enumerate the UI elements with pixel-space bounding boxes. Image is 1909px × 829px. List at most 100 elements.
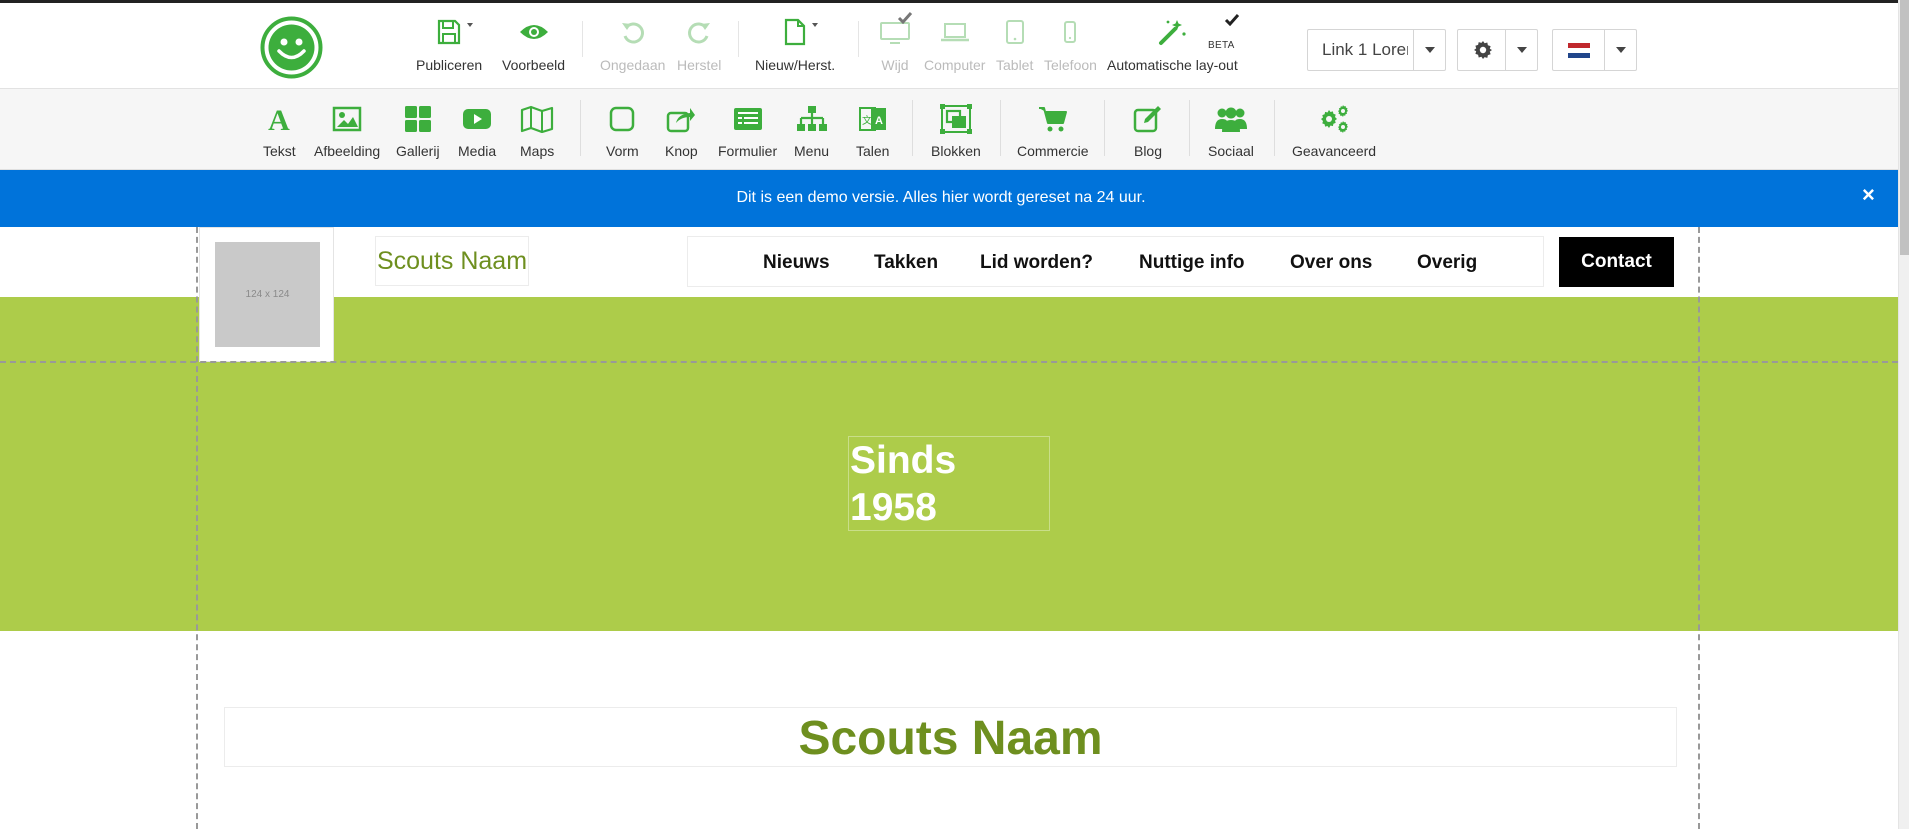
insert-media-button[interactable]: Media <box>458 103 496 159</box>
chevron-down-icon[interactable] <box>1505 30 1537 70</box>
settings-dropdown[interactable] <box>1457 29 1538 71</box>
redo-icon <box>686 13 712 51</box>
insert-label: Tekst <box>263 143 296 159</box>
nav-item-takken[interactable]: Takken <box>874 252 938 274</box>
site-name[interactable]: Scouts Naam <box>375 236 529 286</box>
heading-block[interactable]: Scouts Naam <box>224 707 1677 767</box>
redo-label: Herstel <box>677 57 722 73</box>
users-icon <box>1214 103 1248 135</box>
insert-label: Blog <box>1133 143 1163 159</box>
divider <box>580 100 581 156</box>
insert-blocks-button[interactable]: Blokken <box>931 103 981 159</box>
translate-icon: 文A <box>858 103 887 135</box>
gallery-icon <box>404 103 432 135</box>
chevron-down-icon <box>467 23 474 27</box>
form-icon <box>733 103 763 135</box>
insert-blog-button[interactable]: Blog <box>1133 103 1163 159</box>
svg-text:A: A <box>269 105 291 133</box>
insert-social-button[interactable]: Sociaal <box>1208 103 1254 159</box>
undo-button[interactable]: Ongedaan <box>600 13 665 73</box>
tablet-icon <box>1005 13 1025 51</box>
magic-wand-icon <box>1157 13 1187 51</box>
eye-icon <box>519 13 549 51</box>
chevron-down-icon <box>812 23 819 27</box>
demo-banner-message: Dit is een demo versie. Alles hier wordt… <box>736 189 1146 206</box>
map-icon <box>520 103 554 135</box>
nav-item-overig[interactable]: Overig <box>1417 252 1477 274</box>
new-restore-button[interactable]: Nieuw/Herst. <box>755 13 835 73</box>
smiley-logo-icon[interactable] <box>260 16 323 79</box>
svg-text:A: A <box>875 115 883 127</box>
layout-guide-left <box>196 227 198 829</box>
insert-label: Gallerij <box>396 143 440 159</box>
gears-icon <box>1317 103 1351 135</box>
tablet-label: Tablet <box>996 57 1034 73</box>
insert-label: Media <box>458 143 497 159</box>
new-restore-label: Nieuw/Herst. <box>755 57 836 73</box>
nav-item-over-ons[interactable]: Over ons <box>1290 252 1372 274</box>
insert-label: Vorm <box>606 143 639 159</box>
phone-label: Telefoon <box>1044 57 1097 73</box>
divider <box>738 21 739 57</box>
view-tablet-button[interactable]: Tablet <box>996 13 1033 73</box>
new-page-icon <box>784 13 819 51</box>
chevron-down-icon[interactable] <box>1604 30 1636 70</box>
insert-languages-button[interactable]: 文A Talen <box>856 103 889 159</box>
nav-item-nuttige-info[interactable]: Nuttige info <box>1139 252 1245 274</box>
sitemap-icon <box>796 103 828 135</box>
insert-label: Commercie <box>1017 143 1089 159</box>
insert-button-button[interactable]: Knop <box>665 103 698 159</box>
dutch-flag-icon <box>1568 43 1590 58</box>
text-icon: A <box>266 103 292 135</box>
close-icon[interactable]: × <box>1862 184 1875 206</box>
insert-gallery-button[interactable]: Gallerij <box>396 103 440 159</box>
insert-toolbar: A Tekst Afbeelding Gallerij Media Maps V… <box>0 89 1898 170</box>
scrollbar[interactable] <box>1898 0 1909 829</box>
insert-advanced-button[interactable]: Geavanceerd <box>1292 103 1376 159</box>
chevron-down-icon[interactable] <box>1413 30 1445 70</box>
site-logo-container[interactable]: 124 x 124 <box>199 227 334 362</box>
hero-text[interactable]: Sinds 1958 <box>848 436 1050 531</box>
contact-button[interactable]: Contact <box>1559 237 1674 287</box>
phone-icon <box>1063 13 1077 51</box>
undo-icon <box>620 13 646 51</box>
insert-label: Talen <box>856 143 890 159</box>
auto-layout-label: Automatische lay-out <box>1107 57 1238 73</box>
layout-guide-right <box>1698 227 1700 829</box>
insert-text-button[interactable]: A Tekst <box>263 103 296 159</box>
blog-icon <box>1133 103 1163 135</box>
divider <box>582 21 583 57</box>
language-dropdown[interactable] <box>1552 29 1637 71</box>
undo-label: Ongedaan <box>600 57 666 73</box>
view-phone-button[interactable]: Telefoon <box>1044 13 1097 73</box>
publish-label: Publiceren <box>416 57 483 73</box>
image-icon <box>332 103 362 135</box>
laptop-icon <box>940 13 970 51</box>
insert-shape-button[interactable]: Vorm <box>606 103 639 159</box>
insert-form-button[interactable]: Formulier <box>718 103 777 159</box>
scrollbar-thumb[interactable] <box>1900 0 1909 255</box>
site-logo-placeholder: 124 x 124 <box>215 242 320 347</box>
editor-toolbar: Publiceren Voorbeeld Ongedaan Herstel Ni… <box>0 0 1898 89</box>
page-select[interactable]: Link 1 Lorem <box>1307 29 1446 71</box>
insert-maps-button[interactable]: Maps <box>520 103 554 159</box>
button-icon <box>666 103 696 135</box>
checkmark-icon <box>897 11 913 24</box>
insert-image-button[interactable]: Afbeelding <box>314 103 380 159</box>
video-icon <box>462 103 492 135</box>
redo-button[interactable]: Herstel <box>677 13 721 73</box>
preview-button[interactable]: Voorbeeld <box>502 13 565 73</box>
divider <box>1104 100 1105 156</box>
divider <box>858 21 859 57</box>
nav-item-nieuws[interactable]: Nieuws <box>763 252 830 274</box>
nav-item-lid-worden[interactable]: Lid worden? <box>980 252 1093 274</box>
insert-menu-button[interactable]: Menu <box>794 103 829 159</box>
page-heading: Scouts Naam <box>798 712 1103 765</box>
insert-label: Sociaal <box>1208 143 1254 159</box>
save-icon <box>437 13 474 51</box>
layout-guide-horizontal <box>0 361 1898 363</box>
insert-commerce-button[interactable]: Commercie <box>1017 103 1089 159</box>
view-computer-button[interactable]: Computer <box>924 13 985 73</box>
publish-button[interactable]: Publiceren <box>416 13 482 73</box>
insert-label: Knop <box>665 143 698 159</box>
